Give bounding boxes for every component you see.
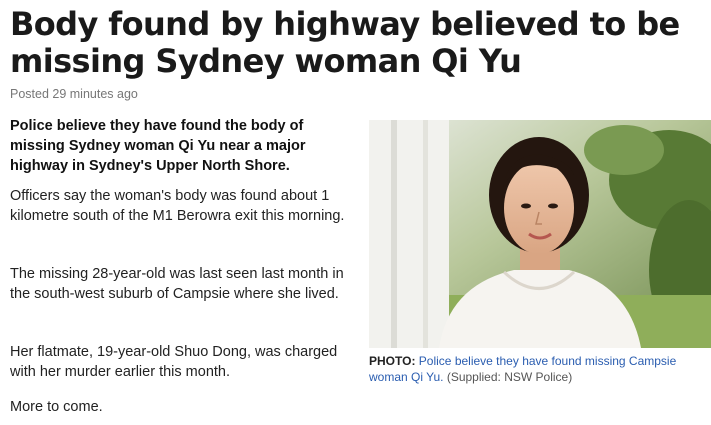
headline: Body found by highway believed to be mis… <box>10 5 680 80</box>
body-paragraph: Officers say the woman's body was found … <box>10 188 345 224</box>
photo-figure: PHOTO: Police believe they have found mi… <box>369 120 711 385</box>
body-paragraph: Her flatmate, 19-year-old Shuo Dong, was… <box>10 344 338 380</box>
article-page: Body found by highway believed to be mis… <box>0 0 711 425</box>
body-paragraph: More to come. <box>10 399 103 415</box>
portrait-illustration <box>369 120 711 348</box>
article-photo[interactable] <box>369 120 711 348</box>
body-paragraph: The missing 28-year-old was last seen la… <box>10 266 344 302</box>
lead-paragraph: Police believe they have found the body … <box>10 118 306 174</box>
caption-label: PHOTO: <box>369 354 416 368</box>
photo-caption: PHOTO: Police believe they have found mi… <box>369 353 705 385</box>
caption-source: (Supplied: NSW Police) <box>446 370 573 384</box>
posted-time: Posted 29 minutes ago <box>10 87 138 101</box>
